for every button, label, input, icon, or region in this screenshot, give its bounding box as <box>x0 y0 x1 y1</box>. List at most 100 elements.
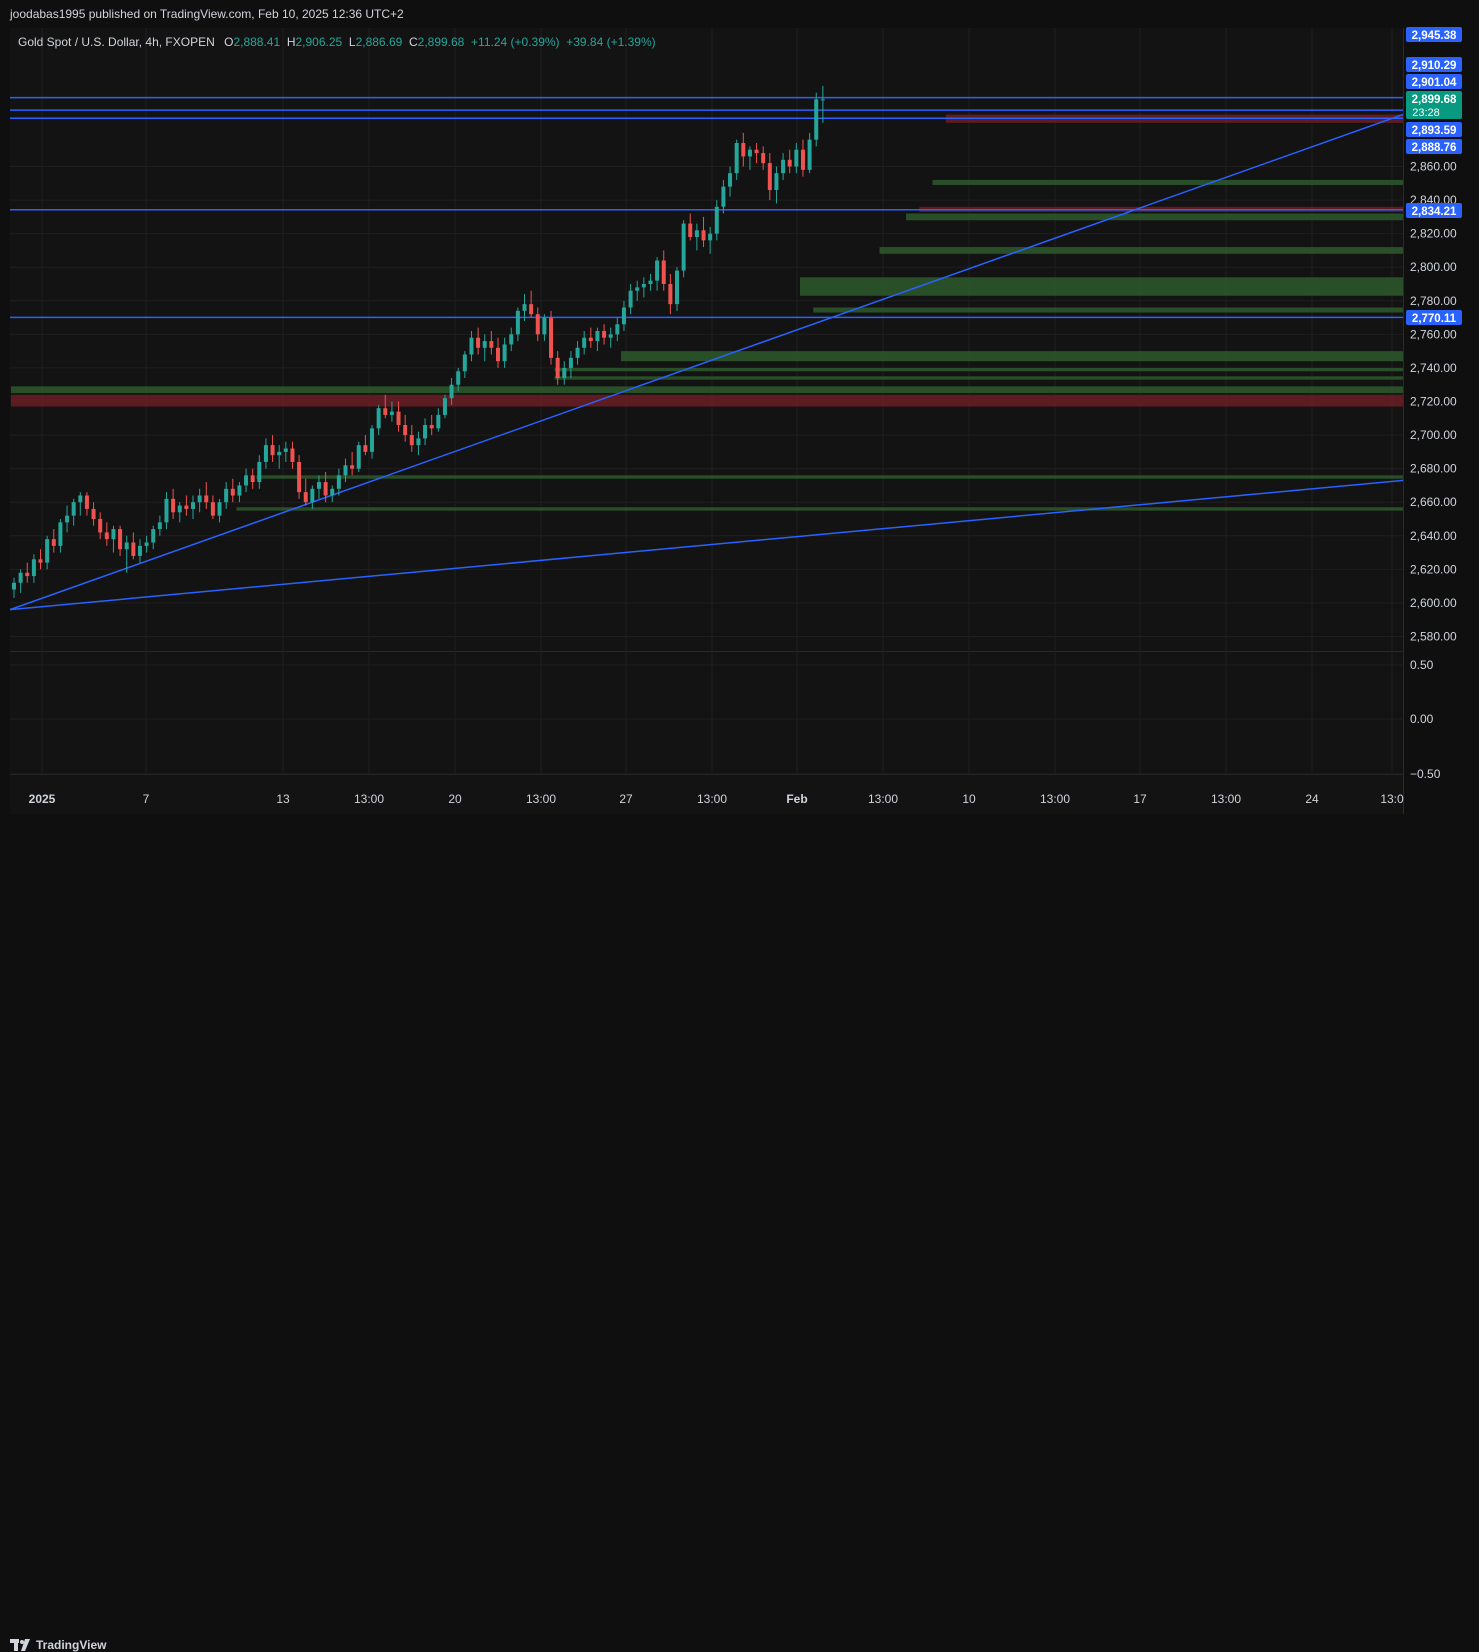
indicator-tick-label: −0.50 <box>1410 767 1441 781</box>
candle-body <box>363 445 368 452</box>
candle-body <box>628 290 633 308</box>
candle-body <box>171 498 176 513</box>
candle-body <box>283 448 288 452</box>
price-badge-label: 2,901.04 <box>1412 77 1457 89</box>
candle-body <box>270 445 275 456</box>
candle-body <box>237 485 242 496</box>
supply-zone <box>11 394 1403 407</box>
candle-body <box>343 465 348 476</box>
candle-body <box>389 411 394 415</box>
candle-body <box>403 425 408 436</box>
candle-body <box>137 545 142 556</box>
candle-body <box>781 159 786 174</box>
candle-body <box>25 572 30 577</box>
chart-background <box>10 28 1404 814</box>
indicator-axis[interactable]: 0.50 0.00 −0.50 <box>1410 658 1441 781</box>
time-tick-label: 10 <box>962 792 976 806</box>
candle-body <box>310 488 315 503</box>
candle-body <box>562 367 567 378</box>
candle-body <box>38 559 43 563</box>
price-tick-label: 2,720.00 <box>1410 395 1457 409</box>
candle-body <box>98 519 103 533</box>
time-tick-label: 13:0 <box>1380 792 1404 806</box>
footer-bar: TradingView <box>0 814 1479 1652</box>
demand-zone <box>256 475 1403 479</box>
candle-body <box>151 529 156 543</box>
candle-body <box>721 186 726 207</box>
candle-body <box>164 498 169 523</box>
candle-body <box>754 149 759 154</box>
price-badge-label: 2,834.21 <box>1412 206 1457 218</box>
demand-zone <box>906 213 1403 221</box>
tradingview-logo-icon <box>10 1639 30 1651</box>
candle-body <box>58 522 63 546</box>
candle-body <box>621 307 626 325</box>
indicator-tick-label: 0.50 <box>1410 658 1434 672</box>
candle-body <box>250 475 255 483</box>
candle-body <box>761 153 766 164</box>
candle-body <box>323 482 328 496</box>
price-tick-label: 2,660.00 <box>1410 495 1457 509</box>
demand-zone <box>932 179 1403 185</box>
candle-body <box>602 331 607 338</box>
price-tick-label: 2,740.00 <box>1410 361 1457 375</box>
candle-body <box>741 143 746 157</box>
candle-body <box>290 448 295 462</box>
price-badge-label: 2,910.29 <box>1412 60 1457 72</box>
demand-zone <box>813 307 1403 313</box>
change-value-2: +39.84 (+1.39%) <box>566 35 656 49</box>
symbol-legend: Gold Spot / U.S. Dollar, 4h, FXOPEN O2,8… <box>18 35 656 49</box>
candle-body <box>794 149 799 167</box>
plot-background <box>10 28 1403 814</box>
open-value: 2,888.41 <box>233 35 281 49</box>
candle-body <box>224 488 229 503</box>
candle-body <box>177 505 182 513</box>
candle-body <box>661 260 666 284</box>
candle-body <box>807 139 812 170</box>
time-tick-label: 13:00 <box>354 792 384 806</box>
candle-body <box>549 317 554 358</box>
demand-zone <box>879 247 1403 254</box>
price-tick-label: 2,820.00 <box>1410 227 1457 241</box>
candle-body <box>157 522 162 530</box>
time-tick-label: 7 <box>143 792 150 806</box>
price-badge-label: 2,899.68 <box>1412 94 1457 106</box>
candle-body <box>502 344 507 362</box>
candlestick-chart[interactable]: 2,580.00 2,600.00 2,620.00 2,640.00 2,660.00… <box>0 0 1479 849</box>
time-tick-label: 13:00 <box>1040 792 1070 806</box>
candle-body <box>555 357 560 378</box>
candle-body <box>111 529 116 540</box>
demand-zone <box>554 376 1403 380</box>
candle-body <box>482 341 487 348</box>
candle-body <box>84 495 89 509</box>
price-tick-label: 2,780.00 <box>1410 294 1457 308</box>
price-badge-label: 2,770.11 <box>1412 313 1457 325</box>
price-axis[interactable]: 2,580.00 2,600.00 2,620.00 2,640.00 2,660.00… <box>1410 160 1457 644</box>
symbol-name[interactable]: Gold Spot / U.S. Dollar, 4h, FXOPEN <box>18 35 215 49</box>
candle-body <box>681 223 686 271</box>
candle-body <box>495 347 500 362</box>
candle-body <box>423 425 428 439</box>
price-tick-label: 2,680.00 <box>1410 462 1457 476</box>
tradingview-logo[interactable]: TradingView <box>10 1638 106 1652</box>
candle-body <box>51 539 56 546</box>
close-label: C <box>408 35 418 49</box>
candle-body <box>489 341 494 348</box>
candle-body <box>12 582 16 590</box>
candle-body <box>701 230 706 241</box>
candle-body <box>582 337 587 348</box>
candle-body <box>820 99 825 101</box>
candle-body <box>615 324 620 335</box>
candle-body <box>230 488 235 496</box>
candle-body <box>456 371 461 385</box>
candle-body <box>469 337 474 355</box>
candle-body <box>515 310 520 335</box>
time-tick-label: 24 <box>1305 792 1319 806</box>
bar-countdown-label: 23:28 <box>1412 107 1440 119</box>
candle-body <box>767 163 772 190</box>
candle-body <box>476 337 481 348</box>
candle-body <box>462 354 467 372</box>
candle-body <box>608 334 613 338</box>
candle-body <box>336 475 341 489</box>
candle-body <box>648 280 653 284</box>
